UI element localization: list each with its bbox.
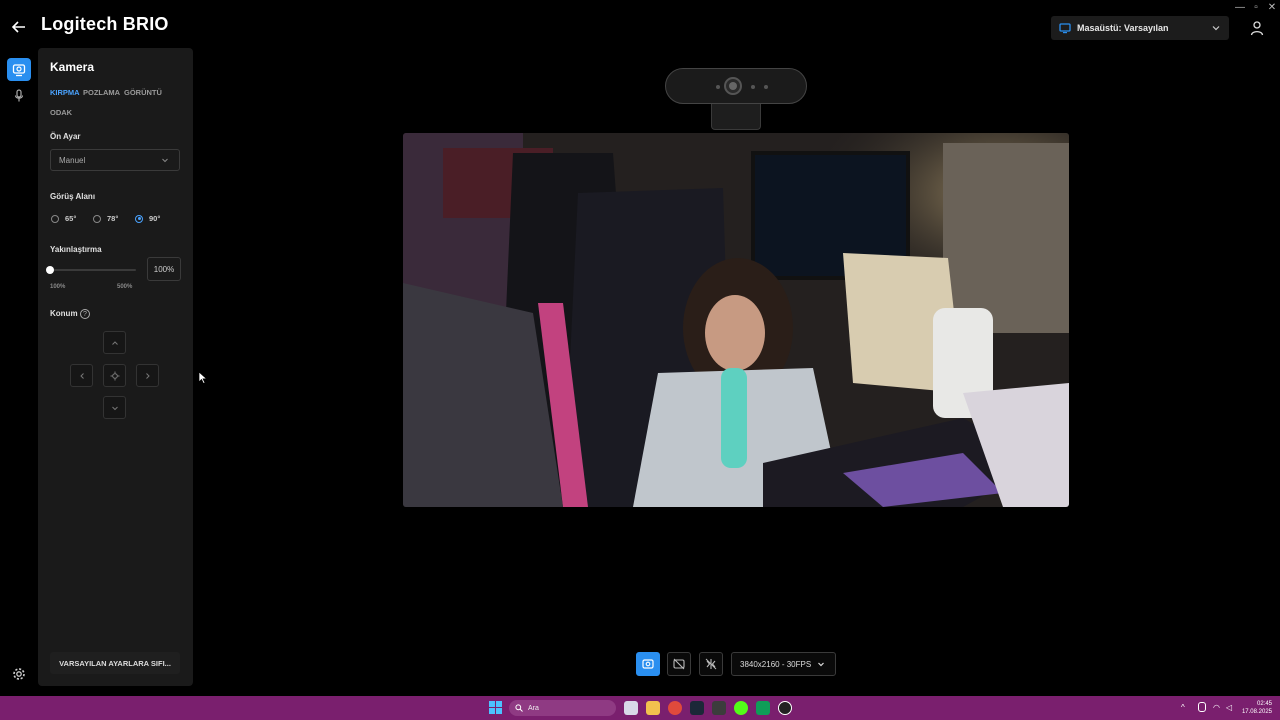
clock-time: 02:45: [1256, 701, 1272, 707]
resolution-value: 3840x2160 - 30FPS: [740, 659, 812, 669]
zoom-value-field[interactable]: 100%: [147, 257, 181, 281]
resolution-dropdown[interactable]: 3840x2160 - 30FPS: [731, 652, 836, 676]
steam-icon[interactable]: [690, 701, 704, 715]
flip-off-icon: [705, 658, 717, 670]
preset-select[interactable]: Manuel: [50, 149, 180, 171]
webcam-mount: [711, 103, 761, 130]
app-title: Logitech BRIO: [41, 14, 169, 34]
tray-mic-icon[interactable]: [1198, 702, 1206, 712]
pan-down-button[interactable]: [103, 396, 126, 419]
taskbar-clock[interactable]: 02:45 17.08.2025: [1230, 700, 1272, 716]
fov-radio-65[interactable]: 65°: [51, 214, 76, 223]
taskbar: [0, 696, 1280, 720]
chevron-up-icon: [111, 340, 118, 345]
chevron-down-icon: [1212, 26, 1220, 31]
camera-off-button[interactable]: [667, 652, 691, 676]
preset-value: Manuel: [59, 155, 86, 165]
chevron-down-icon: [818, 662, 824, 667]
chevron-down-icon: [162, 158, 168, 163]
spreadsheet-icon[interactable]: [756, 701, 770, 715]
tray-chevron-icon[interactable]: ^: [1181, 703, 1185, 712]
fov-option-label: 78°: [107, 214, 119, 223]
chevron-right-icon: [145, 372, 150, 379]
zoom-min-label: 100%: [50, 284, 66, 290]
back-arrow-icon[interactable]: [10, 17, 28, 37]
recenter-icon: [110, 371, 119, 380]
zoom-label: Yakınlaştırma: [50, 245, 102, 254]
tab-odak[interactable]: ODAK: [50, 108, 72, 117]
camera-icon: [642, 659, 654, 669]
windows-start-icon[interactable]: [489, 701, 502, 714]
gear-icon[interactable]: [12, 667, 26, 681]
profile-label: Masaüstü: Varsayılan: [1077, 23, 1169, 33]
fov-option-label: 90°: [149, 214, 161, 223]
minimize-icon[interactable]: —: [1233, 2, 1247, 14]
pan-up-button[interactable]: [103, 331, 126, 354]
microphone-icon: [14, 89, 24, 102]
close-icon[interactable]: ✕: [1265, 2, 1279, 14]
app-icon[interactable]: [712, 701, 726, 715]
radio-indicator: [51, 214, 59, 223]
radio-indicator: [93, 214, 101, 223]
fov-radio-78[interactable]: 78°: [93, 214, 118, 223]
taskbar-search[interactable]: Ara: [509, 700, 616, 716]
camera-view-button[interactable]: [636, 652, 660, 676]
user-account-icon[interactable]: [1250, 20, 1264, 36]
help-icon[interactable]: ?: [80, 309, 90, 319]
pan-center-button[interactable]: [103, 364, 126, 387]
desktop-icon: [1059, 23, 1071, 34]
position-label: Konum: [50, 309, 78, 318]
fov-option-label: 65°: [65, 214, 77, 223]
mirror-toggle-button[interactable]: [699, 652, 723, 676]
zoom-slider-thumb[interactable]: [46, 266, 54, 274]
kick-icon[interactable]: [734, 701, 748, 715]
camera-off-icon: [673, 658, 685, 670]
search-placeholder: Ara: [528, 704, 539, 712]
pan-left-button[interactable]: [70, 364, 93, 387]
webcam-lens: [724, 77, 742, 95]
wifi-icon[interactable]: ◠: [1213, 703, 1220, 712]
panel-title: Kamera: [50, 60, 95, 74]
radio-indicator: [135, 214, 143, 223]
camera-feed-image: [403, 133, 1069, 507]
reset-defaults-button[interactable]: VARSAYILAN AYARLARA SIFI...: [50, 652, 180, 674]
tab-kirpma[interactable]: KIRPMA: [50, 88, 80, 97]
task-view-icon[interactable]: [624, 701, 638, 715]
zoom-slider-track[interactable]: [50, 269, 136, 271]
fov-radio-90[interactable]: 90°: [135, 214, 160, 223]
clock-date: 17.08.2025: [1241, 709, 1272, 715]
webcam-led: [716, 85, 720, 89]
maximize-icon[interactable]: ▫: [1249, 2, 1263, 14]
search-icon: [515, 704, 523, 712]
camera-icon: [12, 63, 26, 76]
webcam-sensor: [751, 85, 755, 89]
zoom-max-label: 500%: [117, 284, 133, 290]
fov-label: Görüş Alanı: [50, 192, 96, 201]
tab-pozlama[interactable]: POZLAMA: [83, 88, 120, 97]
chevron-left-icon: [79, 372, 84, 379]
camera-nav-button[interactable]: [7, 58, 31, 81]
chrome-icon[interactable]: [668, 701, 682, 715]
chevron-down-icon: [111, 406, 118, 410]
pan-right-button[interactable]: [136, 364, 159, 387]
microphone-nav-button[interactable]: [12, 88, 26, 104]
tab-goruntu[interactable]: GÖRÜNTÜ: [124, 88, 162, 97]
profile-dropdown[interactable]: Masaüstü: Varsayılan: [1051, 16, 1229, 40]
camera-preview: [403, 133, 1069, 507]
logitech-ghub-icon[interactable]: [778, 701, 792, 715]
preset-label: Ön Ayar: [50, 132, 81, 141]
mouse-cursor-icon: [198, 371, 208, 384]
webcam-sensor: [764, 85, 768, 89]
file-explorer-icon[interactable]: [646, 701, 660, 715]
